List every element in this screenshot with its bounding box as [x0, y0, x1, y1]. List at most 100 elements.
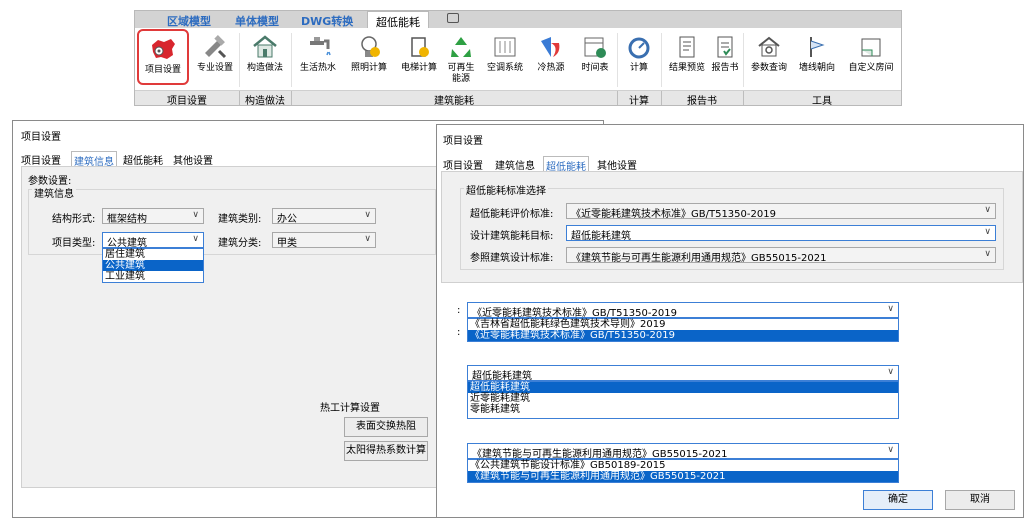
tab-other-settings[interactable]: 其他设置 [597, 157, 637, 172]
eval-standard-select[interactable]: 《近零能耗建筑技术标准》GB/T51350-2019 ∨ [566, 203, 996, 219]
option-industrial[interactable]: 工业建筑 [103, 271, 203, 282]
tools-icon [205, 35, 227, 59]
ac-icon [494, 37, 516, 57]
group-separator [291, 91, 292, 105]
option-zero[interactable]: 零能耗建筑 [468, 404, 898, 415]
ref-standard-dropdown-open[interactable]: 《建筑节能与可再生能源利用通用规范》GB55015-2021 ∨ [467, 443, 899, 459]
construction-method-button[interactable]: 构造做法 [239, 29, 291, 85]
tab-other-settings[interactable]: 其他设置 [173, 152, 213, 167]
energy-target-select[interactable]: 超低能耗建筑 ∨ [566, 225, 996, 241]
calculate-label: 计算 [629, 63, 648, 73]
bulb-icon [361, 36, 380, 57]
dialog-title: 项目设置 [443, 136, 483, 147]
lighting-calc-label: 照明计算 [350, 63, 387, 73]
hot-water-button[interactable]: 生活热水 [292, 29, 344, 85]
classify-value: 甲类 [277, 238, 297, 248]
dialog-title: 项目设置 [21, 132, 61, 143]
ultra-low-panel: 超低能耗标准选择 超低能耗评价标准: 《近零能耗建筑技术标准》GB/T51350… [441, 171, 1023, 283]
building-type-select[interactable]: 办公 ∨ [272, 208, 376, 224]
chevron-down-icon: ∨ [364, 210, 371, 220]
structure-select[interactable]: 框架结构 ∨ [102, 208, 204, 224]
custom-room-button[interactable]: 自定义房间 [841, 29, 901, 85]
group-label-tools: 工具 [812, 96, 832, 107]
group-label-report: 报告书 [687, 96, 717, 107]
tab-region-model[interactable]: 区域模型 [167, 13, 211, 29]
ribbon-collapse-icon[interactable] [447, 13, 459, 23]
ac-system-label: 空调系统 [486, 63, 523, 73]
cancel-button[interactable]: 取消 [945, 490, 1015, 510]
surface-resistance-button[interactable]: 表面交换热阻 [344, 417, 428, 437]
option-ultra-low[interactable]: 超低能耗建筑 [468, 382, 898, 393]
tab-ultra-low-energy[interactable]: 超低能耗 [123, 152, 163, 167]
ref-standard-select[interactable]: 《建筑节能与可再生能源利用通用规范》GB55015-2021 ∨ [566, 247, 996, 263]
chevron-down-icon: ∨ [192, 234, 199, 244]
group-separator [239, 91, 240, 105]
option-near-zero-standard[interactable]: 《近零能耗建筑技术标准》GB/T51350-2019 [468, 330, 898, 341]
energy-target-label: 设计建筑能耗目标: [470, 231, 554, 242]
custom-room-icon [861, 38, 881, 57]
wall-orient-icon [810, 37, 825, 57]
tab-building-info[interactable]: 建筑信息 [495, 157, 535, 172]
energy-target-dropdown-open[interactable]: 超低能耗建筑 ∨ [467, 365, 899, 381]
ribbon-toolbar: 区域模型 单体模型 DWG转换 超低能耗 项目设置 专业设置 构造做法 生活热水… [134, 10, 902, 107]
building-info-panel: 参数设置: 建筑信息 结构形式: 框架结构 ∨ 建筑类别: 办公 ∨ 项目类型: 公… [21, 166, 443, 488]
option-public-building-standard[interactable]: 《公共建筑节能设计标准》GB50189-2015 [468, 460, 898, 471]
group-label-building-energy: 建筑能耗 [434, 96, 474, 107]
building-type-value: 办公 [277, 214, 297, 224]
eval-standard-value: 《近零能耗建筑技术标准》GB/T51350-2019 [571, 209, 776, 219]
chevron-down-icon: ∨ [984, 205, 991, 215]
eval-dd-value: 《近零能耗建筑技术标准》GB/T51350-2019 [472, 308, 677, 318]
colon-mark: : [457, 327, 461, 338]
tab-ultra-low-energy[interactable]: 超低能耗 [367, 11, 429, 29]
option-general-code[interactable]: 《建筑节能与可再生能源利用通用规范》GB55015-2021 [468, 471, 898, 482]
result-doc-icon [679, 36, 695, 58]
group-label-construction: 构造做法 [245, 96, 285, 107]
solar-gain-button[interactable]: 太阳得热系数计算 [344, 441, 428, 461]
thermal-settings-title: 热工计算设置 [320, 403, 380, 414]
param-search-icon [758, 36, 780, 57]
ref-standard-options: 《公共建筑节能设计标准》GB50189-2015 《建筑节能与可再生能源利用通用… [467, 459, 899, 483]
wall-orientation-label: 墙线朝向 [798, 63, 835, 73]
tab-single-model[interactable]: 单体模型 [235, 13, 279, 29]
faucet-icon [310, 37, 331, 56]
building-info-title: 建筑信息 [32, 185, 76, 200]
project-settings-button[interactable]: 项目设置 [137, 29, 189, 85]
schedule-button[interactable]: 时间表 [569, 29, 621, 85]
group-label-project: 项目设置 [167, 96, 207, 107]
tab-project-settings[interactable]: 项目设置 [21, 152, 61, 167]
china-map-gear-icon [152, 39, 175, 59]
calculate-button[interactable]: 计算 [617, 29, 661, 85]
ribbon-tab-bar: 区域模型 单体模型 DWG转换 超低能耗 [135, 11, 901, 29]
professional-settings-button[interactable]: 专业设置 [189, 29, 241, 85]
lighting-calc-button[interactable]: 照明计算 [343, 29, 395, 85]
elevator-icon [411, 37, 429, 57]
tab-dwg-convert[interactable]: DWG转换 [301, 13, 353, 29]
eval-standard-dropdown-open[interactable]: 《近零能耗建筑技术标准》GB/T51350-2019 ∨ [467, 302, 899, 318]
tab-project-settings[interactable]: 项目设置 [443, 157, 483, 172]
target-dd-value: 超低能耗建筑 [472, 371, 532, 381]
project-type-select[interactable]: 公共建筑 ∨ [102, 232, 204, 248]
classify-select[interactable]: 甲类 ∨ [272, 232, 376, 248]
gauge-icon [628, 37, 650, 59]
option-residential[interactable]: 居住建筑 [103, 249, 203, 260]
classify-label: 建筑分类: [218, 238, 262, 249]
project-type-dropdown: 居住建筑 公共建筑 工业建筑 [102, 248, 204, 283]
structure-value: 框架结构 [107, 214, 147, 224]
option-public[interactable]: 公共建筑 [103, 260, 203, 271]
option-jilin-guideline[interactable]: 《吉林省超低能耗绿色建筑技术导则》2019 [468, 319, 898, 330]
wall-orientation-button[interactable]: 墙线朝向 [791, 29, 843, 85]
cold-heat-icon [541, 37, 560, 57]
option-near-zero[interactable]: 近零能耗建筑 [468, 393, 898, 404]
eval-standard-options: 《吉林省超低能耗绿色建筑技术导则》2019 《近零能耗建筑技术标准》GB/T51… [467, 318, 899, 342]
ref-standard-value: 《建筑节能与可再生能源利用通用规范》GB55015-2021 [571, 253, 827, 263]
chevron-down-icon: ∨ [192, 210, 199, 220]
param-query-button[interactable]: 参数查询 [743, 29, 795, 85]
ac-system-button[interactable]: 空调系统 [479, 29, 531, 85]
chevron-down-icon: ∨ [984, 227, 991, 237]
energy-target-options: 超低能耗建筑 近零能耗建筑 零能耗建筑 [467, 381, 899, 419]
ok-button[interactable]: 确定 [863, 490, 933, 510]
chevron-down-icon: ∨ [364, 234, 371, 244]
custom-room-label: 自定义房间 [848, 63, 894, 73]
ref-standard-label: 参照建筑设计标准: [470, 253, 554, 264]
chevron-down-icon: ∨ [984, 249, 991, 259]
